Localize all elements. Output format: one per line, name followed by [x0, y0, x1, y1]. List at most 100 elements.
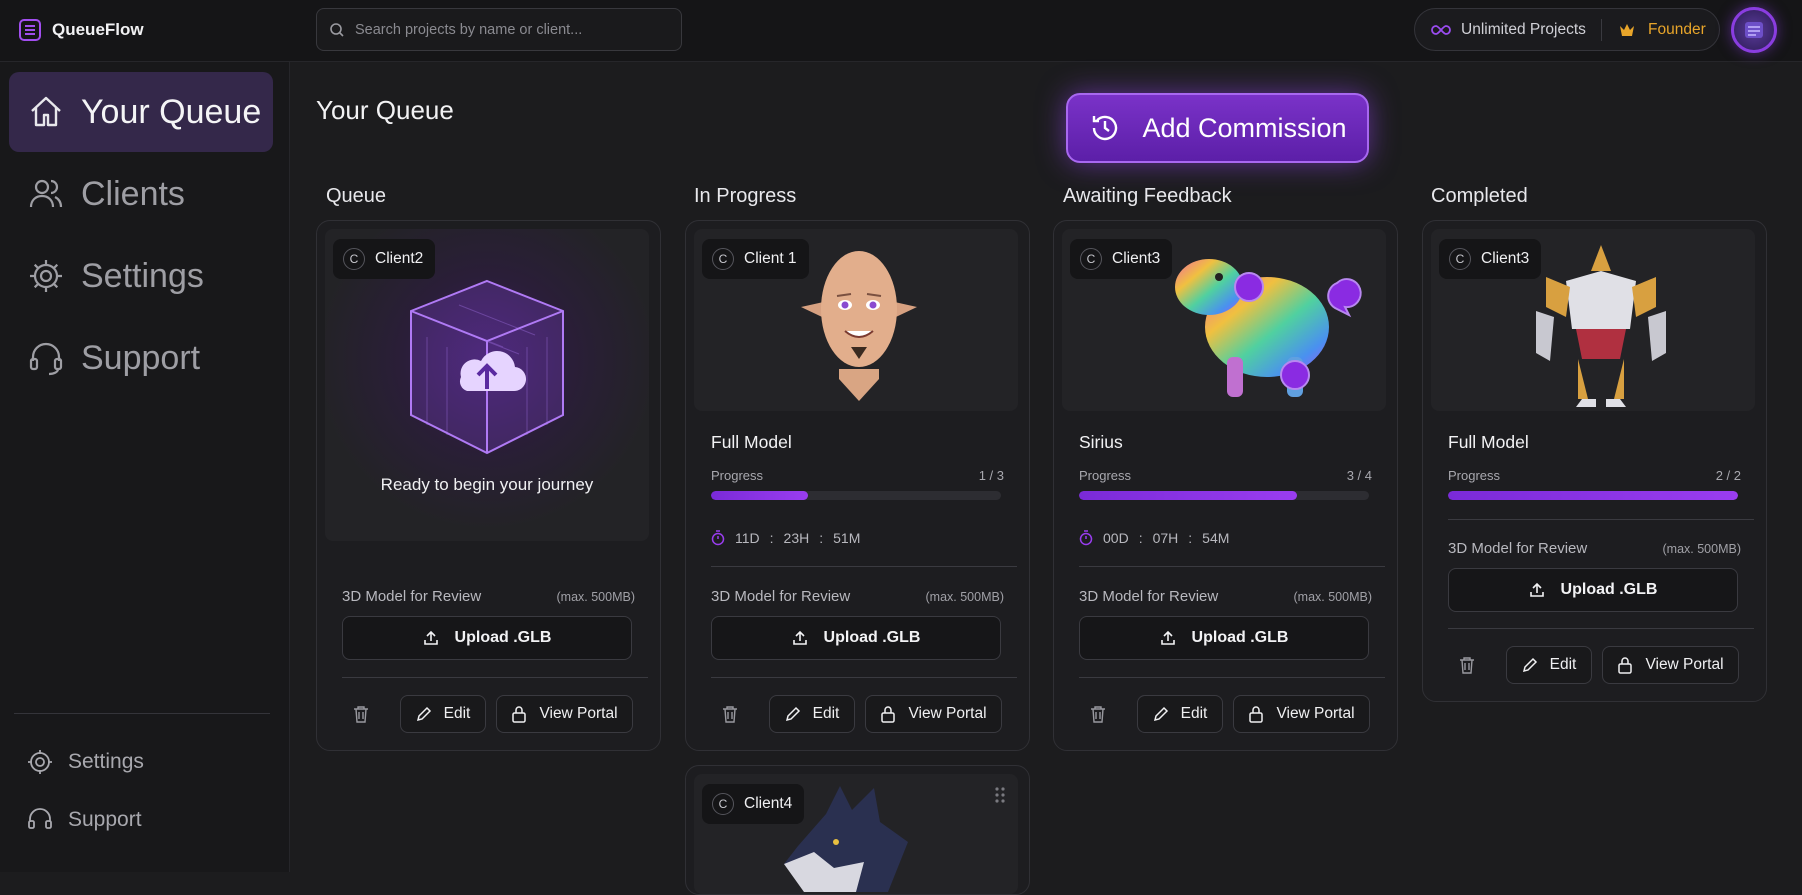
timer-hours: 23H	[783, 530, 810, 546]
upload-button-label: Upload .GLB	[454, 629, 552, 646]
column-title-queue: Queue	[326, 185, 387, 207]
pencil-icon	[785, 706, 800, 722]
countdown-timer: 00D : 07H : 54M	[1079, 530, 1229, 546]
upload-button-label: Upload .GLB	[1560, 581, 1658, 598]
app-logo[interactable]: QueueFlow	[18, 18, 144, 42]
lock-icon	[881, 706, 896, 723]
sidebar-footer-label: Support	[68, 808, 142, 831]
edit-button[interactable]: Edit	[1137, 695, 1223, 733]
upload-limit: (max. 500MB)	[556, 590, 636, 604]
view-portal-button[interactable]: View Portal	[1602, 646, 1739, 684]
portal-label: View Portal	[539, 705, 618, 722]
progress-label: Progress	[1448, 468, 1501, 483]
commission-card-in-progress[interactable]: C Client 1 Full Model Progress 1 / 3 11D…	[685, 220, 1030, 751]
upload-glb-button[interactable]: Upload .GLB	[1079, 616, 1369, 660]
trash-icon	[723, 706, 737, 723]
upload-limit: (max. 500MB)	[1293, 590, 1373, 604]
commission-card-awaiting-feedback[interactable]: C Client3 Sirius Progress 3 / 4 00D : 07…	[1053, 220, 1398, 751]
trash-icon	[354, 706, 368, 723]
pencil-icon	[1522, 657, 1537, 673]
commission-card-completed[interactable]: C Client3 Full Model Progress 2 / 2 3D M…	[1422, 220, 1767, 702]
card-thumbnail: C Client 1	[694, 229, 1018, 411]
timer-sep: :	[1138, 530, 1143, 546]
page-title: Your Queue	[316, 95, 454, 125]
gear-icon	[30, 260, 62, 292]
edit-button[interactable]: Edit	[769, 695, 855, 733]
progress-fill	[1448, 491, 1738, 500]
headset-icon	[28, 808, 52, 829]
sidebar-item-support[interactable]: Support	[9, 318, 273, 398]
sidebar-item-your-queue[interactable]: Your Queue	[9, 72, 273, 152]
commission-card-queue[interactable]: C Client2 Ready to begin your journey 3D…	[316, 220, 661, 751]
countdown-timer: 11D : 23H : 51M	[711, 530, 860, 546]
card-thumbnail: C Client4	[694, 774, 1018, 894]
lock-icon	[1618, 657, 1633, 674]
headset-icon	[29, 342, 63, 376]
search-input[interactable]: Search projects by name or client...	[316, 8, 682, 51]
upload-label: 3D Model for Review	[1079, 588, 1219, 605]
commission-card-in-progress-2[interactable]: C Client4	[685, 765, 1030, 895]
upload-glb-button[interactable]: Upload .GLB	[711, 616, 1001, 660]
progress-value: 3 / 4	[1346, 468, 1372, 483]
column-title-in-progress: In Progress	[694, 185, 797, 207]
search-icon	[330, 22, 344, 37]
upload-glb-button[interactable]: Upload .GLB	[1448, 568, 1738, 612]
delete-button[interactable]	[716, 700, 744, 728]
timer-sep: :	[1188, 530, 1193, 546]
trash-icon	[1460, 657, 1474, 674]
card-divider	[1448, 519, 1754, 520]
client-avatar: C	[1080, 248, 1102, 270]
pencil-icon	[1153, 706, 1168, 722]
client-chip[interactable]: C Client3	[1439, 239, 1542, 279]
edit-button[interactable]: Edit	[400, 695, 486, 733]
progress-label: Progress	[711, 468, 764, 483]
sidebar-footer-support[interactable]: Support	[26, 804, 142, 836]
view-portal-button[interactable]: View Portal	[865, 695, 1002, 733]
client-chip[interactable]: C Client2	[333, 239, 436, 279]
sidebar-footer-settings[interactable]: Settings	[26, 746, 144, 778]
delete-button[interactable]	[1084, 700, 1112, 728]
timer-minutes: 51M	[833, 530, 861, 546]
unlimited-projects-item[interactable]: Unlimited Projects	[1415, 21, 1601, 39]
client-name: Client2	[375, 250, 424, 267]
column-title-awaiting-feedback: Awaiting Feedback	[1063, 185, 1232, 207]
upload-icon	[792, 630, 807, 645]
upload-glb-button[interactable]: Upload .GLB	[342, 616, 632, 660]
edit-label: Edit	[812, 705, 840, 722]
add-commission-button[interactable]: Add Commission	[1066, 93, 1369, 163]
portal-label: View Portal	[1276, 705, 1355, 722]
infinity-icon	[1431, 24, 1451, 35]
history-icon	[1093, 115, 1118, 141]
upload-button-label: Upload .GLB	[823, 629, 921, 646]
drag-handle-icon[interactable]	[994, 786, 1006, 804]
client-chip[interactable]: C Client4	[702, 784, 805, 824]
upload-button-label: Upload .GLB	[1191, 629, 1289, 646]
founder-item[interactable]: Founder	[1602, 21, 1706, 39]
progress-fill	[711, 491, 808, 500]
plan-badge[interactable]: Unlimited Projects Founder	[1414, 8, 1720, 51]
upload-label: 3D Model for Review	[1448, 540, 1588, 557]
model-preview-armor	[1536, 245, 1666, 407]
user-avatar[interactable]	[1731, 7, 1777, 53]
trash-icon	[1091, 706, 1105, 723]
client-chip[interactable]: C Client3	[1070, 239, 1173, 279]
timer-sep: :	[819, 530, 824, 546]
edit-label: Edit	[443, 705, 471, 722]
sidebar-item-clients[interactable]: Clients	[9, 154, 273, 234]
sidebar: Your Queue Clients Settings Support Sett…	[0, 62, 290, 872]
empty-state-text: Ready to begin your journey	[380, 475, 594, 494]
card-thumbnail: C Client2 Ready to begin your journey	[325, 229, 649, 541]
view-portal-button[interactable]: View Portal	[1233, 695, 1370, 733]
stopwatch-icon	[1079, 530, 1093, 546]
sidebar-item-label: Support	[81, 338, 201, 377]
sidebar-divider	[14, 713, 270, 714]
sidebar-item-settings[interactable]: Settings	[9, 236, 273, 316]
model-preview-capybara	[1175, 259, 1362, 397]
edit-button[interactable]: Edit	[1506, 646, 1592, 684]
client-chip[interactable]: C Client 1	[702, 239, 809, 279]
delete-button[interactable]	[1453, 651, 1481, 679]
view-portal-button[interactable]: View Portal	[496, 695, 633, 733]
delete-button[interactable]	[347, 700, 375, 728]
client-name: Client 1	[744, 250, 797, 267]
progress-bar	[711, 491, 1001, 500]
